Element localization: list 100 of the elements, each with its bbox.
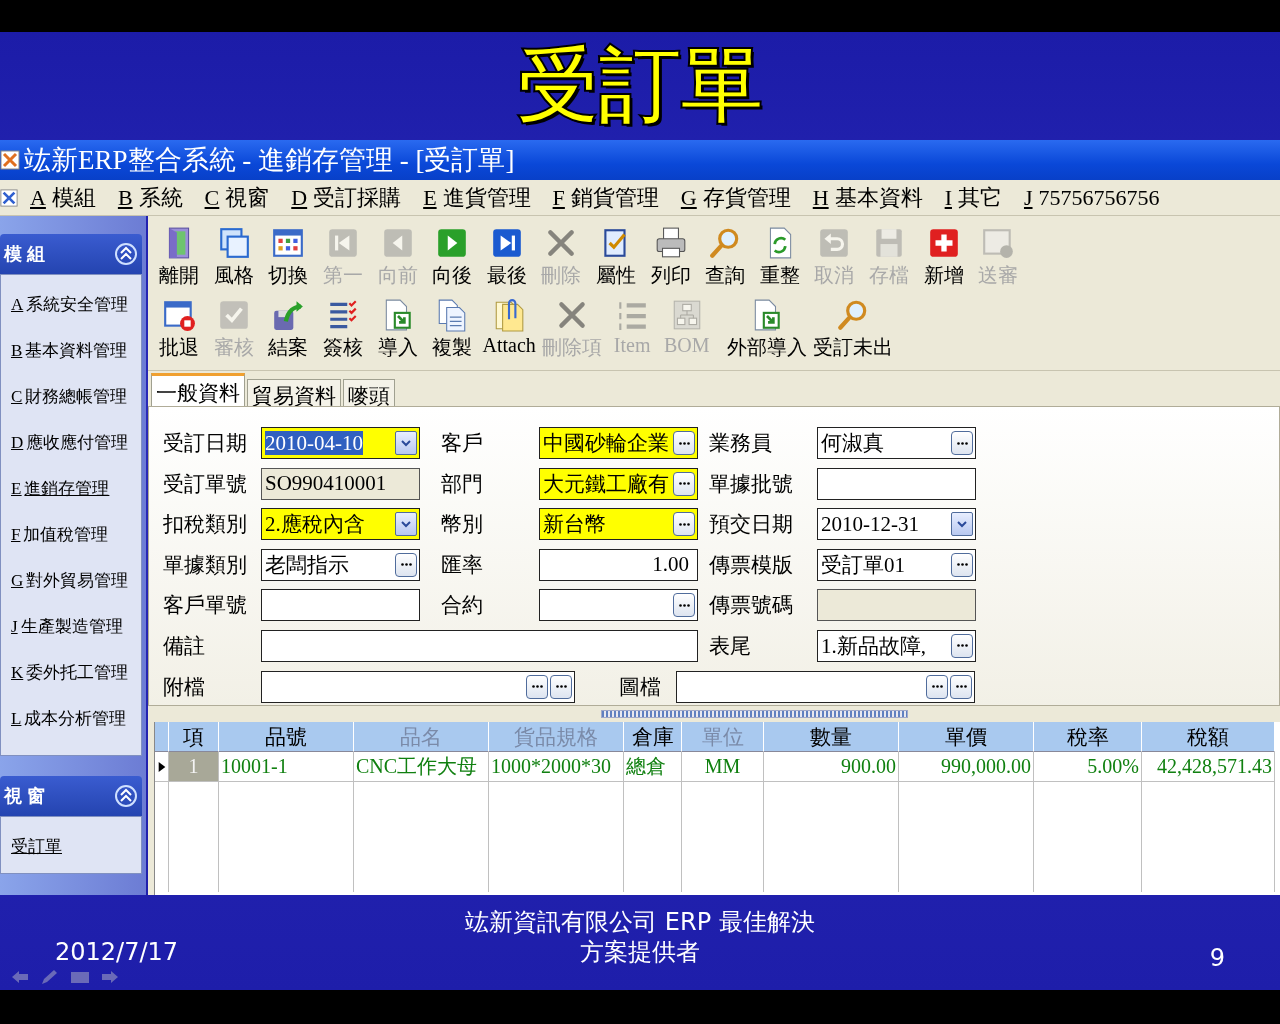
lookup-field[interactable] [539,589,698,621]
menu-item[interactable]: H 基本資料 [812,182,923,213]
lookup-button[interactable] [673,593,695,617]
ellipsis-icon [956,644,968,647]
sidebar-item[interactable]: D 應收應付管理 [11,425,129,471]
lookup-button[interactable] [550,674,572,699]
lookup-button[interactable] [926,674,948,699]
lookup-button[interactable] [673,431,695,455]
tab[interactable]: 貿易資料 [247,379,341,406]
menu-item[interactable]: B 系統 [117,182,183,213]
lookup-button[interactable] [526,674,548,699]
ellipsis-icon [931,685,943,688]
table-cell: 1000*2000*30 [489,752,624,782]
toolbar-button[interactable]: 向後 [424,224,480,296]
ellipsis-icon [400,563,412,566]
input-field[interactable] [261,629,698,662]
dropdown-field[interactable]: 2.應稅內含 [261,508,420,540]
toolbar-button[interactable]: 風格 [206,224,262,296]
column-header[interactable]: 單價 [899,722,1034,752]
toolbar-button[interactable]: 屬性 [588,224,644,296]
tab[interactable]: 一般資料 [151,373,245,406]
sidebar-item[interactable]: G 對外貿易管理 [11,563,129,609]
column-header[interactable]: 項 [169,722,219,752]
lookup-field[interactable]: 老闆指示 [261,548,420,581]
lookup-button[interactable] [395,552,417,577]
toolbar-button[interactable]: 外部導入 [724,296,811,368]
menu-item[interactable]: I 其它 [944,182,1002,213]
input-field[interactable]: 1.00 [539,548,698,581]
collapse-icon[interactable] [114,784,138,808]
tab[interactable]: 嘜頭 [343,379,395,406]
sidebar-item[interactable]: B 基本資料管理 [11,333,128,379]
lookup-field[interactable]: 1.新品故障, [817,629,976,662]
splitter-handle[interactable] [600,710,908,718]
table-cell: MM [682,752,764,782]
sidebar-item[interactable]: J 生產製造管理 [11,609,123,655]
toolbar-button[interactable]: 列印 [643,224,698,296]
menu-item[interactable]: J 75756756756 [1023,184,1160,211]
ellipsis-icon [531,685,543,688]
toolbar-button[interactable]: 簽核 [315,296,371,368]
toolbar-button[interactable]: Attach [479,296,539,368]
toolbar-button[interactable]: 最後 [479,224,535,296]
lookup-button[interactable] [951,431,973,455]
lookup-field[interactable]: 新台幣 [539,508,698,540]
send-icon [981,226,1016,260]
menu-item[interactable]: G 存貨管理 [680,182,791,213]
sidebar-item[interactable]: F 加值稅管理 [11,517,109,563]
dropdown-field[interactable]: 2010-04-10 [261,427,420,459]
column-header[interactable]: 品號 [219,722,354,752]
lookup-button[interactable] [951,633,973,658]
toolbar-button[interactable]: 新增 [916,224,971,296]
toolbar-button[interactable]: 受訂未出 [810,296,897,368]
table-cell: 990,000.00 [899,752,1034,782]
input-field[interactable] [261,589,420,621]
lookup-button[interactable] [950,674,972,699]
menu-item[interactable]: F 銷貨管理 [552,182,659,213]
menu-item[interactable]: E 進貨管理 [423,182,531,213]
lookup-field[interactable]: 中國砂輪企業 [539,427,698,459]
sidebar-item[interactable]: K 委外托工管理 [11,655,129,701]
field-label: 圖檔 [619,673,662,701]
toolbar-button[interactable]: 查詢 [697,224,753,296]
field-label: 傳票模版 [708,551,794,579]
sidebar-item[interactable]: C 財務總帳管理 [11,379,128,425]
toolbar-button[interactable]: 批退 [152,296,207,368]
dropdown-field[interactable]: 2010-12-31 [817,508,976,540]
field-label: 單據批號 [708,470,794,498]
menu-item[interactable]: D 受訂採購 [291,182,402,213]
app-menu-icon[interactable] [0,187,18,208]
toolbar-button[interactable]: 導入 [370,296,425,368]
column-header[interactable]: 稅額 [1142,722,1275,752]
dropdown-button[interactable] [395,431,417,455]
toolbar-button[interactable]: 結案 [261,296,316,368]
collapse-icon[interactable] [114,242,138,266]
lookup-button[interactable] [673,512,695,536]
toolbar-button[interactable]: 複製 [424,296,480,368]
table-cell: 900.00 [764,752,899,782]
toolbar-button[interactable]: 切換 [261,224,316,296]
lookup-field[interactable] [261,670,575,703]
lookup-field[interactable] [676,670,975,703]
lookup-field[interactable]: 何淑真 [817,427,976,459]
toolbar-button[interactable]: 離開 [152,224,207,296]
ellipsis-icon [678,603,690,607]
column-header[interactable]: 數量 [764,722,899,752]
dropdown-button[interactable] [395,512,417,536]
ellipsis-icon [678,441,690,445]
lookup-field[interactable]: 受訂單01 [817,548,976,581]
menu-item[interactable]: C 視窗 [204,182,270,213]
lookup-button[interactable] [951,552,973,577]
lookup-button[interactable] [673,471,695,496]
field-label: 扣稅類別 [163,511,248,538]
sidebar-item[interactable]: A 系統安全管理 [11,287,129,333]
field-label: 備註 [163,632,206,660]
input-field[interactable] [817,467,976,500]
column-header[interactable]: 倉庫 [624,722,682,752]
dropdown-button[interactable] [951,512,973,536]
lookup-field[interactable]: 大元鐵工廠有 [539,467,698,500]
menu-item[interactable]: A 模組 [30,182,96,213]
column-header[interactable]: 稅率 [1034,722,1142,752]
toolbar-button[interactable]: 重整 [752,224,808,296]
sidebar-item[interactable]: L 成本分析管理 [11,701,127,747]
page-number: 9 [1209,943,1225,972]
